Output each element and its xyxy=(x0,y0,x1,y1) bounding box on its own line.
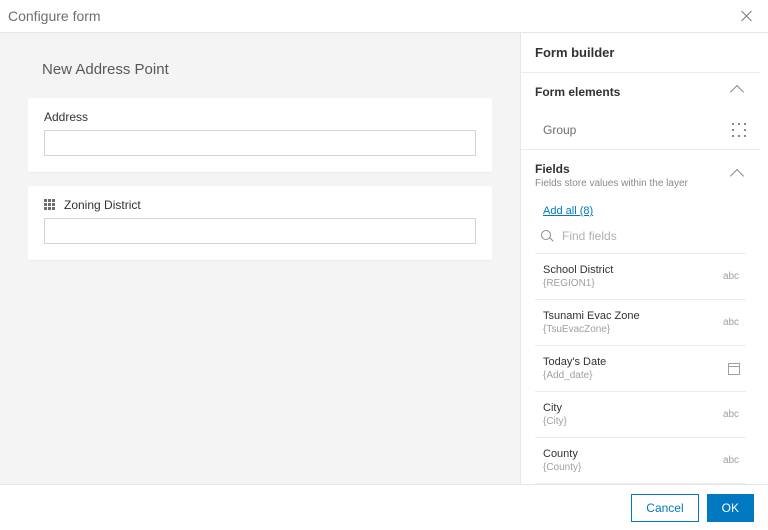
field-item-name: {REGION1} xyxy=(543,278,613,289)
modal-title: Configure form xyxy=(8,8,101,24)
domain-grid-icon xyxy=(44,199,56,211)
add-all-link[interactable]: Add all (8) xyxy=(543,205,593,217)
field-item-label: Tsunami Evac Zone xyxy=(543,310,640,322)
field-type-badge: abc xyxy=(722,409,740,420)
zoning-input[interactable] xyxy=(44,218,476,244)
fields-section: Fields Fields store values within the la… xyxy=(521,149,760,484)
section-title: Fields xyxy=(535,162,688,176)
section-title: Form elements xyxy=(535,85,620,99)
field-search xyxy=(535,225,746,253)
field-type-badge: abc xyxy=(722,317,740,328)
element-group[interactable]: Group xyxy=(521,111,760,149)
sidebar: Form builder Form elements Group xyxy=(520,33,768,484)
sidebar-title: Form builder xyxy=(521,33,768,72)
element-label: Group xyxy=(543,123,576,137)
field-list: School District{REGION1}abcTsunami Evac … xyxy=(535,253,746,484)
form-elements-header[interactable]: Form elements xyxy=(521,73,760,111)
field-item-label: County xyxy=(543,448,581,460)
ok-button[interactable]: OK xyxy=(707,494,754,522)
field-item[interactable]: County {County} abc xyxy=(535,438,746,484)
section-subtitle: Fields store values within the layer xyxy=(535,178,688,189)
field-card-zoning[interactable]: Zoning District xyxy=(28,186,492,260)
field-label: Address xyxy=(44,110,88,124)
field-item-name: {TsuEvacZone} xyxy=(543,324,640,335)
form-title: New Address Point xyxy=(42,61,492,78)
field-item[interactable]: Today's Date {Add_date} xyxy=(535,346,746,392)
field-search-input[interactable] xyxy=(562,229,746,243)
group-icon xyxy=(732,123,746,137)
modal-body: New Address Point Address Zoning Distric… xyxy=(0,33,768,484)
address-input[interactable] xyxy=(44,130,476,156)
sidebar-scroll[interactable]: Form elements Group Fields Fields store … xyxy=(521,72,768,484)
chevron-up-icon xyxy=(730,85,744,99)
field-item-label: City xyxy=(543,402,567,414)
field-card-address[interactable]: Address xyxy=(28,98,492,172)
configure-form-modal: Configure form New Address Point Address… xyxy=(0,0,768,530)
modal-footer: Cancel OK xyxy=(0,484,768,530)
fields-header[interactable]: Fields Fields store values within the la… xyxy=(521,150,760,201)
field-type-badge: abc xyxy=(722,271,740,282)
modal-header: Configure form xyxy=(0,0,768,33)
close-icon[interactable] xyxy=(740,9,754,23)
field-item[interactable]: Tsunami Evac Zone {TsuEvacZone} abc xyxy=(535,300,746,346)
field-type-badge: abc xyxy=(722,455,740,466)
field-item-name: {City} xyxy=(543,416,567,427)
field-item-label: Today's Date xyxy=(543,356,606,368)
chevron-up-icon xyxy=(730,168,744,182)
field-item-label: School District xyxy=(543,264,613,276)
field-label: Zoning District xyxy=(64,198,141,212)
field-item[interactable]: School District {REGION1} abc xyxy=(535,254,746,300)
field-item[interactable]: City {City} abc xyxy=(535,392,746,438)
form-elements-section: Form elements Group xyxy=(521,72,760,149)
search-icon xyxy=(541,230,554,243)
cancel-button[interactable]: Cancel xyxy=(631,494,698,522)
field-item-name: {Add_date} xyxy=(543,370,606,381)
form-canvas: New Address Point Address Zoning Distric… xyxy=(0,33,520,484)
field-item-name: {County} xyxy=(543,462,581,473)
calendar-icon xyxy=(728,363,740,375)
